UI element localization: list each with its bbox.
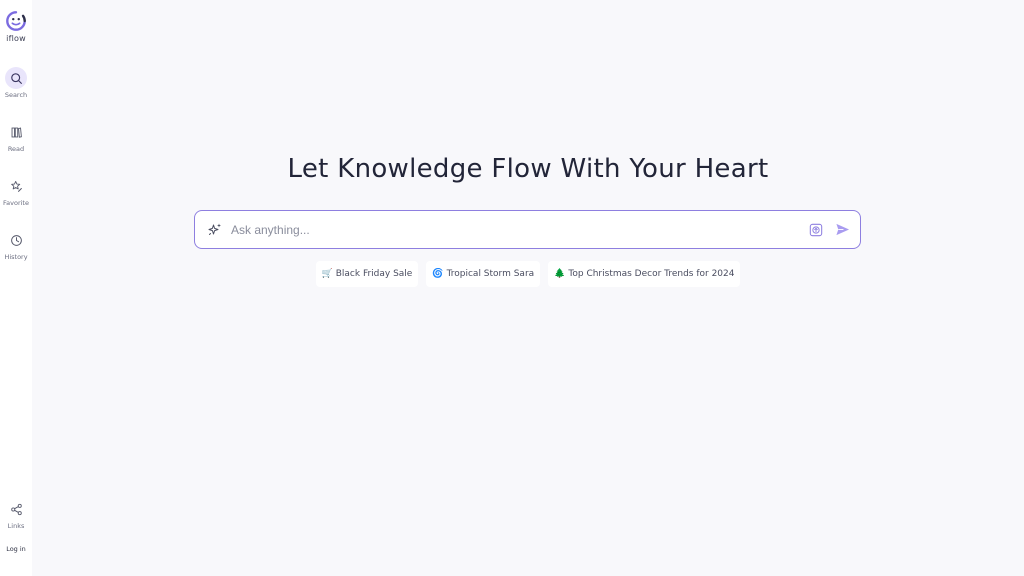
tree-icon: 🌲	[554, 269, 566, 279]
sidebar-item-links[interactable]: Links	[0, 498, 32, 530]
suggestion-label: Tropical Storm Sara	[446, 269, 535, 279]
upload-icon	[809, 223, 823, 236]
suggestion-chip[interactable]: 🛒 Black Friday Sale	[315, 261, 419, 287]
suggestion-label: Top Christmas Decor Trends for 2024	[568, 269, 735, 279]
cyclone-icon: 🌀	[432, 269, 444, 279]
search-input[interactable]	[231, 211, 807, 248]
cart-icon: 🛒	[321, 269, 333, 279]
sidebar-item-label: History	[4, 253, 28, 261]
sidebar-item-label: Read	[7, 145, 25, 153]
iflow-logo-icon	[6, 11, 26, 31]
app-root: iflow Search Read Favorite History Links…	[0, 0, 1024, 576]
suggestion-chip[interactable]: 🌀 Tropical Storm Sara	[426, 261, 541, 287]
sidebar-item-label: Search	[4, 91, 28, 99]
search-icon	[5, 67, 27, 89]
clock-icon	[5, 229, 27, 251]
logo[interactable]: iflow	[5, 10, 27, 43]
sidebar-nav: Search Read Favorite History	[0, 67, 32, 283]
send-button[interactable]	[833, 221, 851, 239]
suggestion-label: Black Friday Sale	[335, 269, 413, 279]
send-icon	[835, 223, 849, 236]
sparkle-icon	[208, 223, 221, 235]
sidebar-item-label: Links	[7, 522, 25, 530]
upload-button[interactable]	[807, 221, 825, 239]
sidebar-item-search[interactable]: Search	[0, 67, 32, 99]
star-edit-icon	[5, 175, 27, 197]
sidebar-bottom: Links	[0, 498, 32, 530]
sidebar-item-label: Favorite	[3, 199, 29, 207]
logo-text: iflow	[6, 34, 26, 43]
share-icon	[5, 498, 27, 520]
sidebar-item-read[interactable]: Read	[0, 121, 32, 153]
suggestion-list: 🛒 Black Friday Sale 🌀 Tropical Storm Sar…	[32, 261, 1024, 287]
search-box	[194, 210, 861, 249]
books-icon	[5, 121, 27, 143]
sidebar-item-favorite[interactable]: Favorite	[0, 175, 32, 207]
login-link[interactable]: Log in	[0, 545, 32, 553]
sidebar: iflow Search Read Favorite History Links…	[0, 0, 32, 576]
suggestion-chip[interactable]: 🌲 Top Christmas Decor Trends for 2024	[548, 261, 741, 287]
sidebar-item-history[interactable]: History	[0, 229, 32, 261]
page-title: Let Knowledge Flow With Your Heart	[287, 154, 769, 184]
